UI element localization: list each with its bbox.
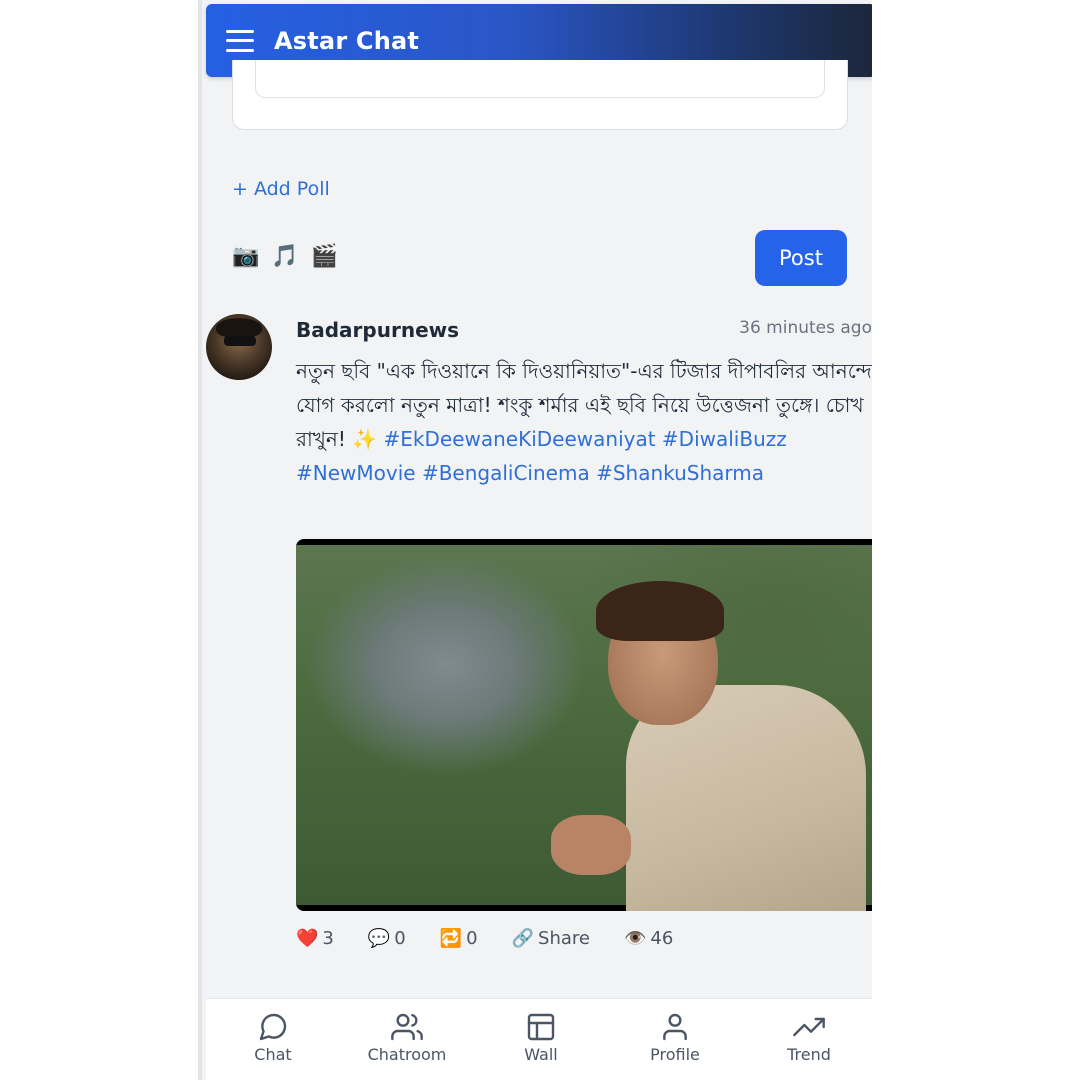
hashtag-link[interactable]: #BengaliCinema [422, 461, 590, 485]
nav-label-chat: Chat [254, 1045, 292, 1064]
like-count: 3 [322, 928, 334, 949]
user-icon [663, 1013, 687, 1041]
heart-icon: ❤️ [296, 928, 319, 949]
video-frame [296, 545, 872, 911]
views-indicator: 👁️ 46 [624, 928, 673, 949]
app-title: Astar Chat [274, 26, 420, 55]
trending-up-icon [793, 1017, 825, 1037]
hashtag-link[interactable]: #ShankuSharma [596, 461, 764, 485]
bottom-nav: Chat Chatroom Wall Profile Trend [206, 998, 872, 1080]
comment-count: 0 [394, 928, 406, 949]
composer-card [232, 60, 848, 130]
nav-item-trend[interactable]: Trend [742, 999, 872, 1080]
add-poll-button[interactable]: + Add Poll [232, 178, 330, 200]
post-username[interactable]: Badarpurnews [296, 318, 459, 342]
nav-item-profile[interactable]: Profile [608, 999, 742, 1080]
like-button[interactable]: ❤️ 3 [296, 928, 334, 949]
post-actions: ❤️ 3 💬 0 🔁 0 🔗 Share 👁️ 46 [296, 928, 707, 949]
post-video[interactable] [296, 539, 872, 911]
nav-label-chatroom: Chatroom [367, 1045, 447, 1064]
avatar[interactable] [206, 314, 272, 380]
camera-icon[interactable]: 📷 [232, 244, 259, 269]
nav-label-profile: Profile [650, 1045, 700, 1064]
chat-bubble-icon [259, 1013, 287, 1041]
repost-icon: 🔁 [439, 928, 463, 949]
hamburger-menu-icon[interactable] [226, 29, 254, 52]
users-icon [391, 1013, 423, 1041]
post-timestamp: 36 minutes ago [739, 318, 872, 338]
nav-label-wall: Wall [524, 1045, 558, 1064]
app-frame: Astar Chat + Add Poll 📷 🎵 🎬 Post Badarpu… [198, 0, 872, 1080]
composer-input-area[interactable] [255, 60, 825, 98]
nav-item-wall[interactable]: Wall [474, 999, 608, 1080]
share-button[interactable]: 🔗 Share [512, 928, 590, 949]
nav-item-chat[interactable]: Chat [206, 999, 340, 1080]
media-attach-toolbar: 📷 🎵 🎬 [232, 244, 338, 269]
repost-count: 0 [466, 928, 478, 949]
view-count: 46 [650, 928, 674, 949]
hashtag-link[interactable]: #DiwaliBuzz [662, 427, 787, 451]
hashtag-link[interactable]: #EkDeewaneKiDeewaniyat [384, 427, 656, 451]
video-icon[interactable]: 🎬 [311, 244, 338, 269]
music-icon[interactable]: 🎵 [271, 244, 298, 269]
link-icon: 🔗 [511, 928, 535, 949]
hashtag-link[interactable]: #NewMovie [296, 461, 416, 485]
eye-icon: 👁️ [624, 928, 647, 949]
share-label: Share [538, 928, 590, 949]
nav-label-trend: Trend [787, 1045, 831, 1064]
nav-item-chatroom[interactable]: Chatroom [340, 999, 474, 1080]
comment-button[interactable]: 💬 0 [368, 928, 406, 949]
layout-icon [527, 1013, 555, 1041]
repost-button[interactable]: 🔁 0 [440, 928, 478, 949]
post-button[interactable]: Post [755, 230, 847, 286]
comment-icon: 💬 [367, 928, 391, 949]
post-body: নতুন ছবি "এক দিওয়ানে কি দিওয়ানিয়াত"-এ… [296, 354, 872, 490]
